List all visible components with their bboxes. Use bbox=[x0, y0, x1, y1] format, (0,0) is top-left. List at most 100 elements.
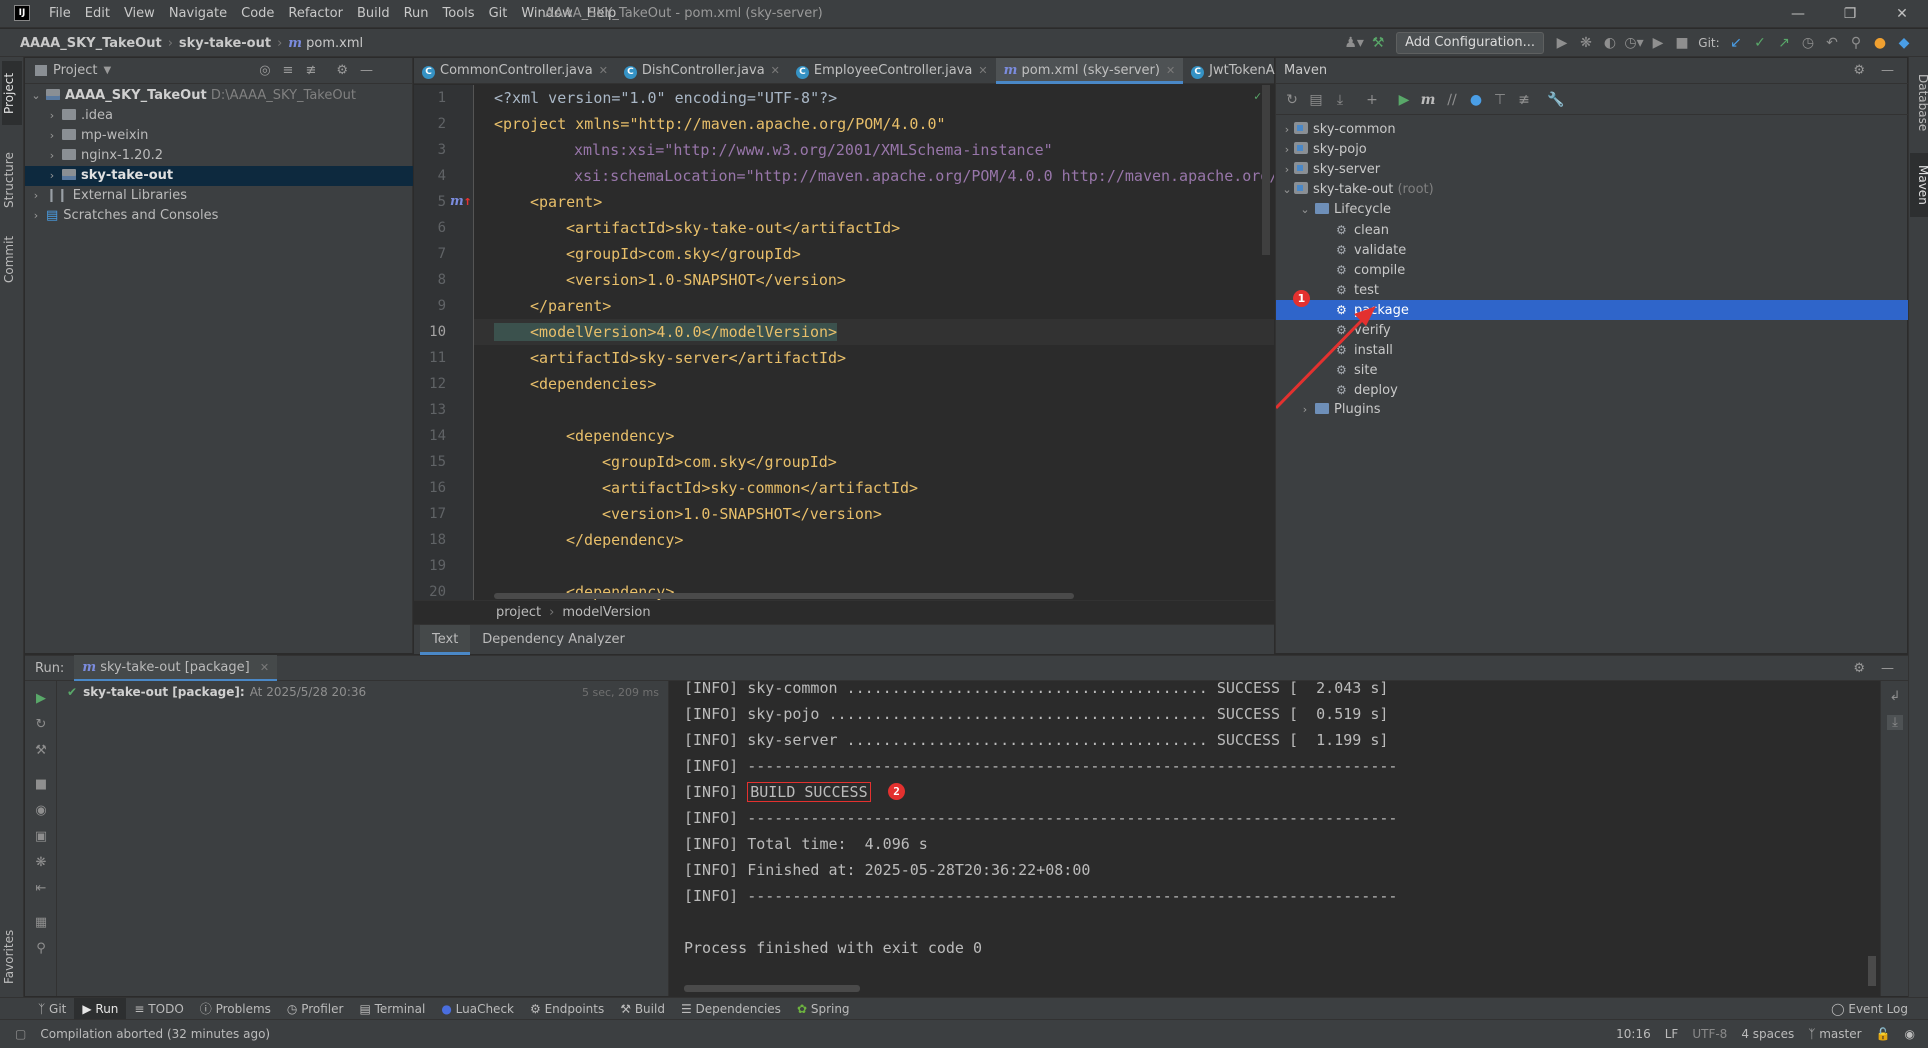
tree-item-nginx[interactable]: › nginx-1.20.2 bbox=[25, 146, 413, 166]
expand-all-icon[interactable]: ≡ bbox=[283, 63, 294, 78]
close-icon[interactable]: ✕ bbox=[1876, 0, 1928, 28]
tab-pom-xml[interactable]: m pom.xml (sky-server) ✕ bbox=[995, 57, 1184, 84]
layout-icon[interactable]: ▦ bbox=[33, 915, 49, 930]
pin-icon[interactable]: ⚲ bbox=[33, 941, 49, 956]
gear-icon[interactable]: ⚙ bbox=[336, 63, 348, 78]
close-icon[interactable]: ✕ bbox=[978, 64, 987, 77]
tool-build[interactable]: ⚒ Build bbox=[612, 998, 673, 1020]
crumb-model-version[interactable]: modelVersion bbox=[562, 605, 650, 620]
history-icon[interactable]: ◷ bbox=[1796, 31, 1820, 55]
console-vertical-scrollbar[interactable] bbox=[1868, 956, 1876, 986]
chevron-down-icon[interactable]: ▼ bbox=[103, 65, 111, 76]
breadcrumb-module[interactable]: sky-take-out bbox=[179, 36, 271, 51]
tool-endpoints[interactable]: ⚙ Endpoints bbox=[522, 998, 612, 1020]
breadcrumb-project[interactable]: AAAA_SKY_TakeOut bbox=[20, 36, 162, 51]
gear-icon[interactable]: ⚙ bbox=[1853, 661, 1865, 676]
line-separator[interactable]: LF bbox=[1658, 1027, 1686, 1041]
hide-icon[interactable]: — bbox=[1881, 661, 1894, 676]
profile-icon[interactable]: ◷▾ bbox=[1622, 31, 1646, 55]
tab-employee-controller[interactable]: C EmployeeController.java ✕ bbox=[788, 58, 996, 84]
tab-text[interactable]: Text bbox=[420, 624, 471, 655]
tool-git[interactable]: ᛉ Git bbox=[30, 998, 74, 1020]
menu-git[interactable]: Git bbox=[482, 0, 515, 28]
menu-navigate[interactable]: Navigate bbox=[162, 0, 234, 28]
menu-file[interactable]: File bbox=[42, 0, 78, 28]
run-tree-item[interactable]: ✔ sky-take-out [package]: At 2025/5/28 2… bbox=[67, 681, 667, 703]
tab-dependency-analyzer[interactable]: Dependency Analyzer bbox=[470, 625, 637, 655]
close-icon[interactable]: ✕ bbox=[260, 661, 269, 674]
menu-view[interactable]: View bbox=[117, 0, 162, 28]
tool-dependencies[interactable]: ☰ Dependencies bbox=[673, 998, 789, 1020]
chevron-right-icon[interactable]: › bbox=[45, 126, 59, 146]
eye-icon[interactable]: ◉ bbox=[33, 803, 49, 818]
hide-icon[interactable]: — bbox=[360, 63, 373, 78]
debug-icon[interactable]: ❋ bbox=[33, 855, 49, 870]
database-tool-tab[interactable]: Database bbox=[1910, 61, 1928, 145]
menu-code[interactable]: Code bbox=[234, 0, 281, 28]
tool-run[interactable]: ▶ Run bbox=[74, 997, 127, 1020]
crumb-project[interactable]: project bbox=[496, 605, 541, 620]
git-update-icon[interactable]: ↙ bbox=[1724, 31, 1748, 55]
tool-terminal[interactable]: ▤ Terminal bbox=[351, 998, 433, 1020]
camera-icon[interactable]: ▣ bbox=[33, 829, 49, 844]
rollback-icon[interactable]: ↶ bbox=[1820, 31, 1844, 55]
stop-icon[interactable]: ■ bbox=[1670, 31, 1694, 55]
run-tab[interactable]: m sky-take-out [package] ✕ bbox=[74, 655, 278, 681]
project-tool-tab[interactable]: Project bbox=[2, 61, 22, 125]
tool-profiler[interactable]: ◷ Profiler bbox=[279, 998, 352, 1020]
git-commit-icon[interactable]: ✓ bbox=[1748, 31, 1772, 55]
chevron-down-icon[interactable]: ⌄ bbox=[29, 86, 43, 106]
event-log-button[interactable]: ◯ Event Log bbox=[1823, 998, 1916, 1020]
chevron-right-icon[interactable]: › bbox=[29, 186, 43, 206]
project-panel-title[interactable]: Project bbox=[53, 63, 97, 78]
user-icon[interactable]: ♟▾ bbox=[1342, 31, 1366, 55]
stop-icon[interactable]: ■ bbox=[33, 777, 49, 792]
add-configuration-button[interactable]: Add Configuration... bbox=[1396, 32, 1544, 54]
close-icon[interactable]: ✕ bbox=[599, 64, 608, 77]
locate-icon[interactable]: ◎ bbox=[259, 63, 270, 78]
vertical-scrollbar[interactable] bbox=[1262, 85, 1270, 255]
horizontal-scrollbar[interactable] bbox=[494, 593, 1074, 599]
tab-dish-controller[interactable]: C DishController.java ✕ bbox=[616, 58, 788, 84]
menu-run[interactable]: Run bbox=[397, 0, 436, 28]
rerun-icon[interactable]: ▶ bbox=[33, 691, 49, 706]
lock-icon[interactable]: 🔓 bbox=[1869, 1027, 1898, 1041]
status-message[interactable]: Compilation aborted (32 minutes ago) bbox=[33, 1027, 277, 1041]
git-branch[interactable]: ᛉ master bbox=[1801, 1027, 1868, 1041]
chevron-right-icon[interactable]: › bbox=[45, 146, 59, 166]
menu-tools[interactable]: Tools bbox=[436, 0, 482, 28]
minimize-icon[interactable]: — bbox=[1772, 0, 1824, 28]
soft-wrap-icon[interactable]: ↲ bbox=[1887, 689, 1903, 704]
indent-setting[interactable]: 4 spaces bbox=[1734, 1027, 1801, 1041]
tree-item-scratches[interactable]: › ▤ Scratches and Consoles bbox=[25, 206, 413, 226]
chevron-right-icon[interactable]: › bbox=[45, 166, 59, 186]
maven-parent-gutter-icon[interactable]: m↑ bbox=[450, 189, 472, 215]
close-icon[interactable]: ✕ bbox=[771, 64, 780, 77]
breadcrumb-file[interactable]: pom.xml bbox=[306, 36, 363, 51]
tab-common-controller[interactable]: C CommonController.java ✕ bbox=[414, 58, 616, 84]
tree-item-mp-weixin[interactable]: › mp-weixin bbox=[25, 126, 413, 146]
exit-icon[interactable]: ⇤ bbox=[33, 881, 49, 896]
search-icon[interactable]: ⚲ bbox=[1844, 31, 1868, 55]
build-hammer-icon[interactable]: ⚒ bbox=[1366, 31, 1390, 55]
restore-icon[interactable]: ❐ bbox=[1824, 0, 1876, 28]
scroll-to-end-icon[interactable]: ⤓ bbox=[1887, 715, 1903, 730]
close-icon[interactable]: ✕ bbox=[1166, 64, 1175, 77]
inspection-ok-icon[interactable]: ✓ bbox=[1254, 89, 1261, 103]
run-anything-icon[interactable]: ▶ bbox=[1646, 31, 1670, 55]
rerun-failed-icon[interactable]: ↻ bbox=[33, 717, 49, 732]
chevron-right-icon[interactable]: › bbox=[29, 206, 43, 226]
coverage-icon[interactable]: ◐ bbox=[1598, 31, 1622, 55]
menu-edit[interactable]: Edit bbox=[78, 0, 117, 28]
debug-icon[interactable]: ❋ bbox=[1574, 31, 1598, 55]
chevron-right-icon[interactable]: › bbox=[45, 106, 59, 126]
commit-tool-tab[interactable]: Commit bbox=[2, 227, 22, 291]
maven-tool-tab[interactable]: Maven bbox=[1910, 153, 1928, 217]
console-output[interactable]: [INFO] sky-common ......................… bbox=[670, 681, 1880, 996]
favorites-tool-tab[interactable]: Favorites bbox=[2, 917, 22, 997]
tool-todo[interactable]: ≡ TODO bbox=[126, 998, 191, 1020]
tool-spring[interactable]: ✿ Spring bbox=[789, 998, 858, 1020]
inspector-icon[interactable]: ◉ bbox=[1898, 1027, 1922, 1041]
tree-item-idea[interactable]: › .idea bbox=[25, 106, 413, 126]
run-icon[interactable]: ▶ bbox=[1550, 31, 1574, 55]
